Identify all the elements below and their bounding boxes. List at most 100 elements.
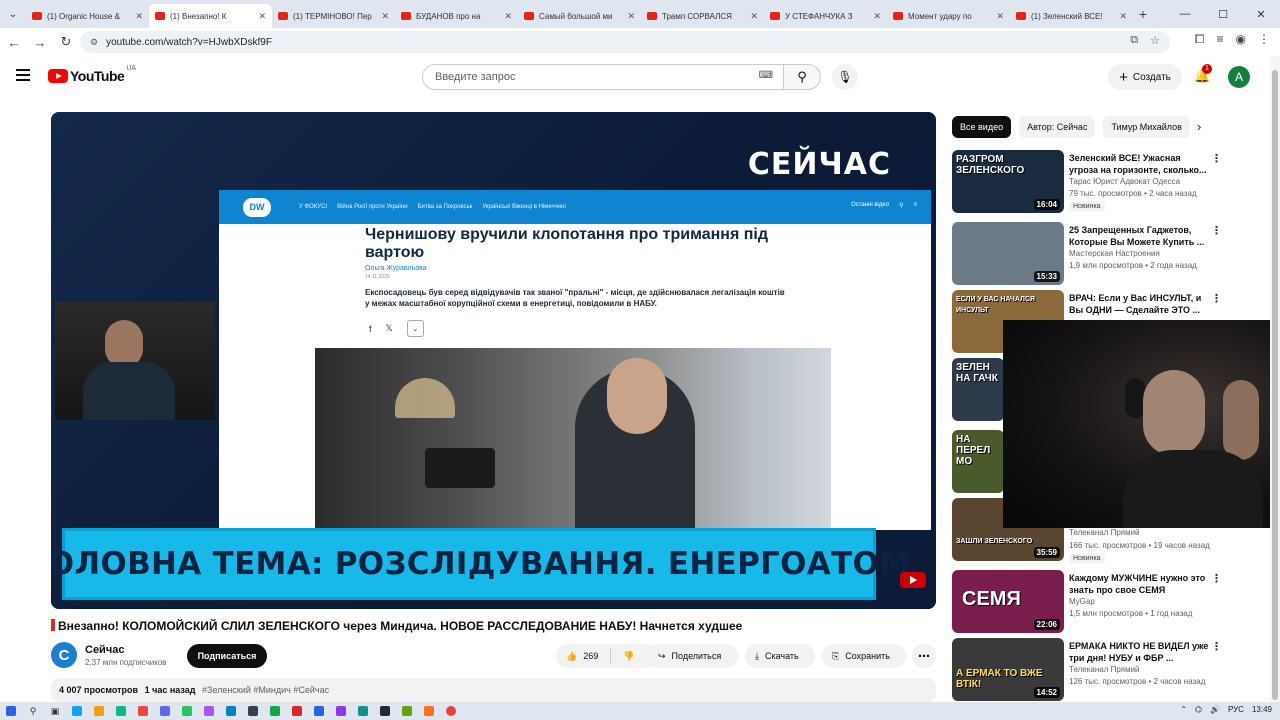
app-icon[interactable] [264, 702, 286, 720]
share-button[interactable]: ↪ Поделиться [648, 644, 738, 668]
app-icon[interactable] [330, 702, 352, 720]
like-count[interactable]: 269 [583, 651, 598, 661]
tray-chevron-icon[interactable]: ⌃ [1180, 705, 1187, 714]
video-thumbnail[interactable]: А ЕРМАК ТО ВЖЕ ВТІК! 14:52 [952, 638, 1064, 701]
chevron-right-icon[interactable]: › [1197, 119, 1201, 134]
search-input[interactable]: Введите запрос ⌨ [422, 64, 784, 90]
subscribe-watermark-icon[interactable] [900, 572, 926, 588]
more-actions-button[interactable]: ⋯ [912, 644, 936, 668]
keyboard-icon[interactable]: ⌨ [759, 70, 773, 81]
chip-all-videos[interactable]: Все видео [952, 116, 1012, 138]
video-thumbnail[interactable]: 15:33 [952, 222, 1064, 285]
recommendation-title[interactable]: ВРАЧ: Если у Вас ИНСУЛЬТ, и Вы ОДНИ — Сд… [1069, 292, 1209, 316]
kebab-menu-icon[interactable]: ⋮ [1211, 224, 1222, 237]
description-box[interactable]: 4 007 просмотров 1 час назад #Зеленский … [51, 678, 936, 702]
browser-tab[interactable]: Трамп СОРВАЛСЯ ✕ [641, 4, 764, 28]
reading-list-icon[interactable]: ≡ [1217, 32, 1224, 47]
app-icon[interactable] [286, 702, 308, 720]
site-info-icon[interactable]: ⚙ [90, 37, 98, 48]
channel-name[interactable]: Сейчас [85, 644, 124, 656]
recommendation-title[interactable]: Зеленский ВСЕ! Ужасная угроза на горизон… [1069, 152, 1209, 176]
app-icon[interactable] [110, 702, 132, 720]
app-icon[interactable] [88, 702, 110, 720]
app-icon[interactable] [220, 702, 242, 720]
close-tab-icon[interactable]: ✕ [873, 11, 881, 22]
app-icon[interactable] [352, 702, 374, 720]
reload-icon[interactable]: ↻ [54, 30, 78, 54]
network-icon[interactable]: ⌬ [1195, 705, 1202, 714]
kebab-menu-icon[interactable]: ⋮ [1211, 292, 1222, 305]
app-icon[interactable] [418, 702, 440, 720]
app-icon[interactable] [308, 702, 330, 720]
app-icon[interactable] [176, 702, 198, 720]
hashtags[interactable]: #Зеленский #Миндич #Сейчас [202, 685, 329, 695]
chip-author[interactable]: Автор: Сейчас [1019, 116, 1096, 138]
browser-tab[interactable]: БУДАНОВ про на ✕ [395, 4, 518, 28]
recommendation-title[interactable]: ЕРМАКА НИКТО НЕ ВИДЕЛ уже три дня! НУБУ … [1069, 640, 1209, 664]
forward-icon[interactable]: → [28, 30, 52, 54]
app-icon[interactable] [396, 702, 418, 720]
tab-search-icon[interactable]: ⌄ [0, 0, 26, 28]
video-thumbnail[interactable]: РАЗГРОМ ЗЕЛЕНСКОГО 16:04 [952, 150, 1064, 213]
back-icon[interactable]: ← [2, 30, 26, 54]
kebab-menu-icon[interactable]: ⋮ [1211, 152, 1222, 165]
app-icon[interactable] [132, 702, 154, 720]
app-icon[interactable] [242, 702, 264, 720]
url-field[interactable]: ⚙ youtube.com/watch?v=HJwbXDskf9F ⧉ ☆ [80, 31, 1170, 53]
windows-start-icon[interactable] [0, 702, 22, 720]
new-tab-button[interactable]: + [1133, 6, 1153, 22]
voice-search-button[interactable]: 🎙 [832, 64, 858, 90]
recommendation-item[interactable]: 15:33 25 Запрещенных Гаджетов, Которые В… [952, 222, 1222, 286]
like-icon[interactable]: 👍 [566, 651, 577, 662]
clock[interactable]: 13:49 [1252, 705, 1272, 714]
kebab-menu-icon[interactable]: ⋮ [1211, 572, 1222, 585]
recommendation-item[interactable]: СЕМЯ 22:06 Каждому МУЖЧИНЕ нужно это знат… [952, 570, 1222, 634]
search-button[interactable]: ⚲ [783, 64, 821, 90]
kebab-menu-icon[interactable]: ⋮ [1211, 640, 1222, 653]
close-tab-icon[interactable]: ✕ [627, 11, 635, 22]
create-button[interactable]: + Создать [1108, 64, 1182, 90]
channel-avatar[interactable]: С [51, 642, 77, 668]
close-tab-icon[interactable]: ✕ [996, 11, 1004, 22]
browser-tab[interactable]: (1) Зеленский ВСЕ! ✕ [1010, 4, 1133, 28]
browser-tab[interactable]: Момент удару по ✕ [887, 4, 1010, 28]
close-window-icon[interactable]: ✕ [1242, 0, 1280, 28]
browser-tab[interactable]: (1) Organic House & ✕ [26, 4, 149, 28]
page-scrollbar[interactable] [1270, 56, 1280, 702]
minimize-icon[interactable]: — [1166, 0, 1204, 28]
video-thumbnail[interactable]: СЕМЯ 22:06 [952, 570, 1064, 633]
task-view-icon[interactable]: ▣ [44, 702, 66, 720]
close-tab-icon[interactable]: ✕ [750, 11, 758, 22]
close-tab-icon[interactable]: ✕ [135, 11, 143, 22]
recommendation-title[interactable]: 25 Запрещенных Гаджетов, Которые Вы Може… [1069, 224, 1209, 248]
video-player[interactable]: СЕЙЧАС DW У ФОКУСІ Війна Росії проти Укр… [51, 112, 936, 609]
app-icon[interactable] [154, 702, 176, 720]
volume-icon[interactable]: 🔊 [1210, 705, 1220, 714]
download-button[interactable]: ⤓ Скачать [745, 644, 815, 668]
browser-tab-active[interactable]: (1) Внезапно! К ✕ [149, 4, 272, 28]
app-icon[interactable] [374, 702, 396, 720]
browser-menu-icon[interactable]: ⋮ [1258, 32, 1270, 47]
close-tab-icon[interactable]: ✕ [258, 11, 266, 22]
browser-tab[interactable]: Самый большой ми ✕ [518, 4, 641, 28]
browser-tab[interactable]: У СТЕФАНЧУКА З ✕ [764, 4, 887, 28]
profile-icon[interactable]: ◉ [1236, 32, 1246, 47]
youtube-logo[interactable]: YouTube UA [48, 65, 136, 84]
account-avatar[interactable]: A [1228, 66, 1250, 88]
notifications-button[interactable]: 🔔 1 [1194, 64, 1212, 84]
save-button[interactable]: ⎘ Сохранить [822, 644, 906, 668]
chrome-icon[interactable] [440, 702, 462, 720]
extensions-icon[interactable]: ⧠ [1195, 32, 1205, 47]
browser-tab[interactable]: (1) ТЕРМІНОВО! Пер ✕ [272, 4, 395, 28]
menu-hamburger-icon[interactable] [16, 69, 30, 81]
video-thumbnail[interactable]: ЗЕЛЕН НА ГАЧК [952, 358, 1004, 421]
cast-icon[interactable]: ⧉ [1130, 34, 1138, 47]
recommendation-title[interactable]: Каждому МУЖЧИНЕ нужно это знать про свое… [1069, 572, 1209, 596]
input-language[interactable]: РУС [1228, 705, 1244, 714]
close-tab-icon[interactable]: ✕ [381, 11, 389, 22]
bookmark-star-icon[interactable]: ☆ [1150, 34, 1160, 47]
maximize-icon[interactable]: ☐ [1204, 0, 1242, 28]
subscribe-button[interactable]: Подписаться [187, 644, 267, 668]
video-thumbnail[interactable]: НА ПЕРЕЛ МО [952, 430, 1004, 493]
dislike-icon[interactable]: 👎 [623, 651, 634, 662]
